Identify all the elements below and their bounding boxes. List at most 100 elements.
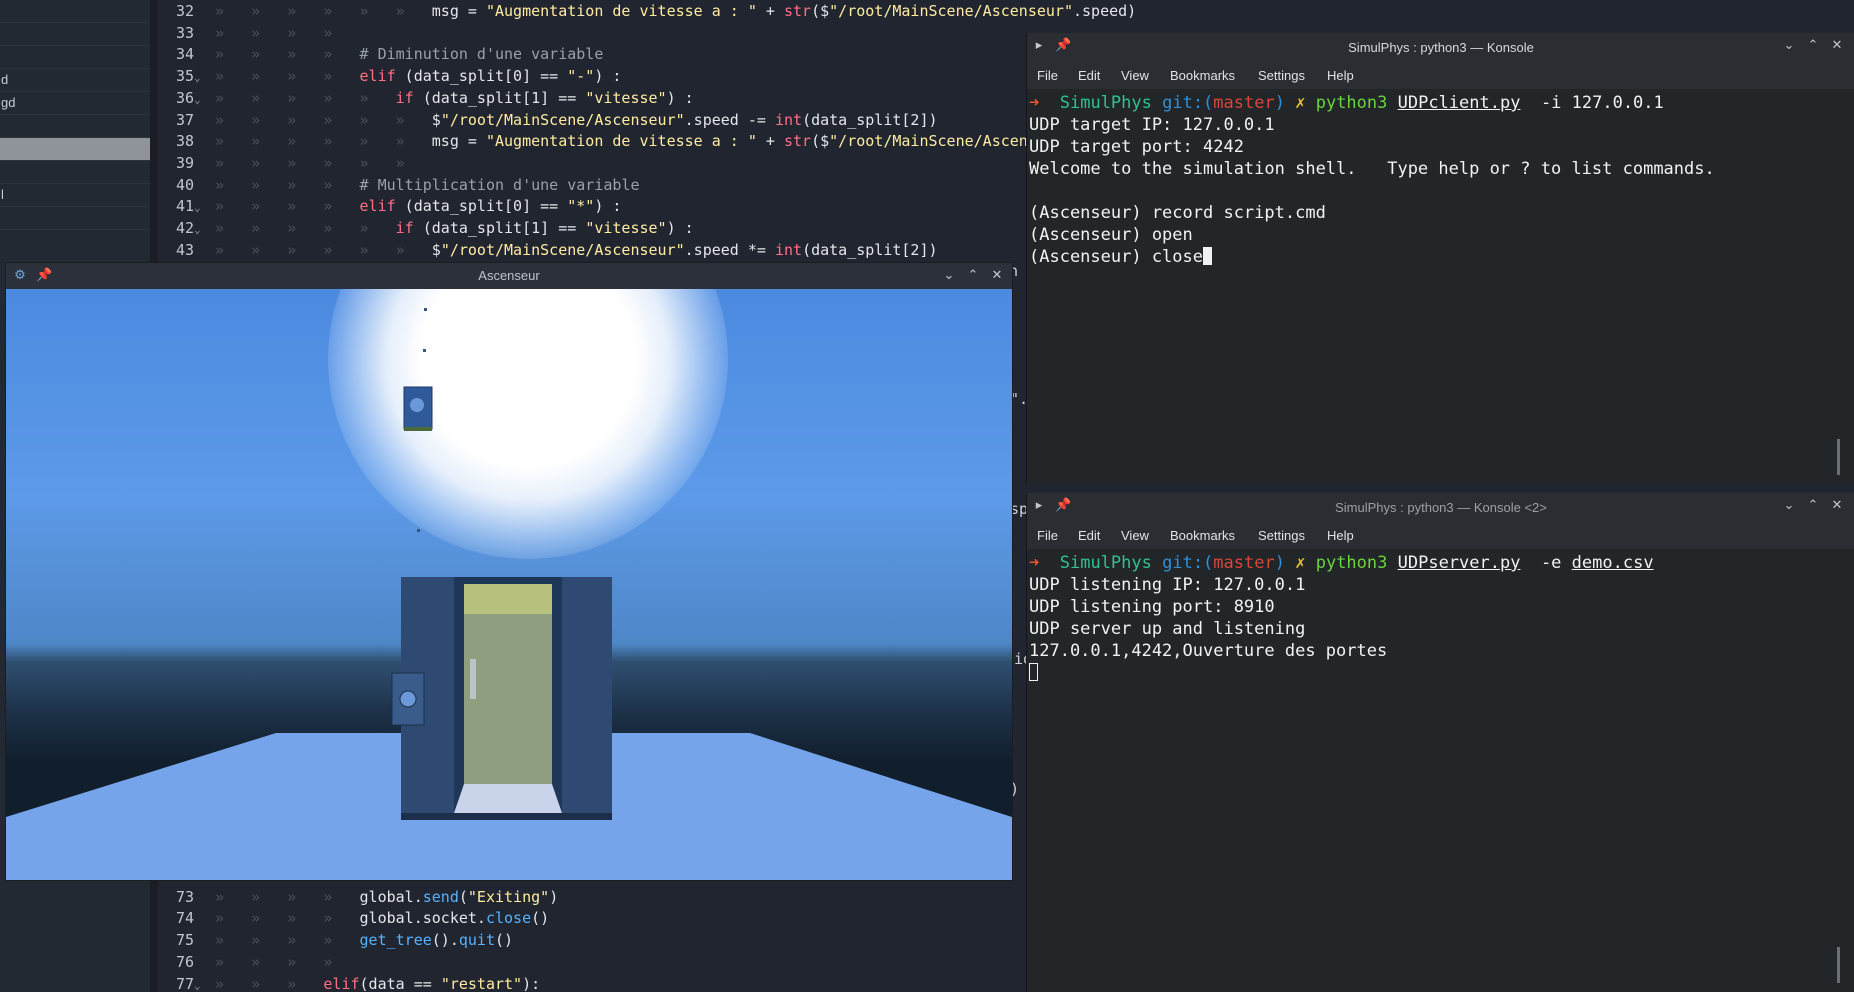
konsole-server-window: ▸ 📌 SimulPhys : python3 — Konsole <2> ⌄ … [1026,493,1854,992]
menu-help[interactable]: Help [1327,68,1354,83]
code-line: 37 » » » » » » $"/root/MainScene/Ascense… [158,111,938,133]
line-number: 42 [175,219,194,237]
line-number: 73 [175,887,194,906]
code-token: ($ [811,132,830,151]
close-icon[interactable]: ✕ [1829,498,1845,514]
konsole-server-menubar: File Edit View Bookmarks Settings Help [1027,523,1854,549]
code-token: send [422,887,459,906]
terminal-cursor [1203,247,1212,265]
terminal-scrollbar[interactable] [1837,439,1840,475]
menu-edit[interactable]: Edit [1078,528,1100,543]
konsole-client-terminal[interactable]: ➜ SimulPhys git:(master) ✗ python3 UDPcl… [1027,89,1854,483]
file-tree-item[interactable] [0,115,150,138]
close-icon[interactable]: ✕ [989,268,1005,284]
konsole-client-titlebar[interactable]: ▸ 📌 SimulPhys : python3 — Konsole ⌄ ⌃ ✕ [1027,33,1854,63]
code-line: 32 » » » » » » msg = "Augmentation de vi… [158,2,1136,24]
elevator-sign [470,659,476,699]
menu-bookmarks[interactable]: Bookmarks [1170,528,1235,543]
fold-arrow-icon[interactable]: ⌄ [194,223,206,236]
game-window-titlebar[interactable]: ⚙ 📌 Ascenseur ⌄ ⌃ ✕ [6,263,1012,289]
elevator-ceiling-light [464,584,552,614]
indent-guides: » » » » » » [206,153,432,172]
indent-guides: » » » » » [206,219,396,237]
code-token: "/root/MainScene/Ascenseur" [440,110,685,129]
terminal-prompt-line: ➜ SimulPhys git:(master) ✗ python3 UDPcl… [1029,93,1664,113]
code-token: elif [359,67,396,86]
game-viewport[interactable] [6,289,1012,880]
code-token: "Augmentation de vitesse a : " [485,132,757,151]
file-tree-item[interactable]: l [0,184,150,207]
code-token: () [531,909,550,928]
elevator-floor [454,784,562,813]
terminal-input-line[interactable] [1029,663,1038,685]
terminal-output-line: 127.0.0.1,4242,Ouverture des portes [1029,641,1388,661]
file-tree-item-selected[interactable] [0,138,150,161]
menu-file[interactable]: File [1037,528,1058,543]
terminal-output-line: UDP target port: 4242 [1029,137,1244,157]
minimize-icon[interactable]: ⌄ [1781,38,1797,54]
minimize-icon[interactable]: ⌄ [941,268,957,284]
code-token: ( [458,887,468,906]
line-number: 43 [175,240,194,259]
code-token: msg = [431,132,486,151]
code-token: ) : [666,219,694,237]
code-line: 39 » » » » » » [158,154,432,176]
menu-bookmarks[interactable]: Bookmarks [1170,68,1235,83]
file-tree-item[interactable]: gd [0,92,150,115]
minimize-icon[interactable]: ⌄ [1781,498,1797,514]
fold-arrow-icon[interactable]: ⌄ [194,979,206,992]
code-line: 38 » » » » » » msg = "Augmentation de vi… [158,132,1046,154]
code-token: ) : [666,88,694,107]
code-token: "*" [567,197,595,216]
file-tree-item[interactable]: d [0,69,150,92]
fold-arrow-icon[interactable]: ⌄ [194,71,206,84]
terminal-scrollbar[interactable] [1837,947,1840,983]
indent-guides: » » » » » » [206,110,432,129]
file-tree-item[interactable] [0,46,150,69]
code-line: 42⌄ » » » » » if (data_split[1] == "vite… [158,219,694,241]
file-tree-item[interactable] [0,161,150,184]
scene-graphics [6,386,1012,880]
indent-guides: » » » [206,974,324,992]
code-token: ) [549,887,559,906]
konsole-server-titlebar[interactable]: ▸ 📌 SimulPhys : python3 — Konsole <2> ⌄ … [1027,493,1854,523]
game-window: ⚙ 📌 Ascenseur ⌄ ⌃ ✕ [5,262,1013,881]
menu-view[interactable]: View [1121,528,1149,543]
konsole-server-title: SimulPhys : python3 — Konsole <2> [1335,500,1547,515]
indent-guides: » » » » [206,197,360,216]
scene-particle [423,349,426,352]
code-token: "Augmentation de vitesse a : " [485,2,757,20]
floor-indicator-base [404,427,432,431]
code-token: (data_split[2]) [802,240,938,259]
code-token: "-" [567,67,595,86]
maximize-icon[interactable]: ⌃ [1805,38,1821,54]
file-tree-item[interactable] [0,23,150,46]
code-token: close [485,909,532,928]
code-token: (data == [359,974,441,992]
fold-arrow-icon[interactable]: ⌄ [194,93,206,106]
menu-settings[interactable]: Settings [1258,528,1305,543]
indent-guides: » » » » [206,45,360,64]
code-token: if [395,88,414,107]
menu-edit[interactable]: Edit [1078,68,1100,83]
line-number: 35 [175,67,194,86]
terminal-input-line[interactable]: (Ascenseur) close [1029,247,1212,269]
code-token: "vitesse" [585,88,667,107]
menu-view[interactable]: View [1121,68,1149,83]
elevator-interior [464,584,552,813]
indent-guides: » » » » » » [206,240,432,259]
file-tree-item[interactable] [0,207,150,230]
maximize-icon[interactable]: ⌃ [965,268,981,284]
close-icon[interactable]: ✕ [1829,38,1845,54]
terminal-output-line: UDP listening IP: 127.0.0.1 [1029,575,1306,595]
game-window-title: Ascenseur [478,268,540,283]
menu-settings[interactable]: Settings [1258,68,1305,83]
code-line: 34 » » » » # Diminution d'une variable [158,45,603,67]
menu-help[interactable]: Help [1327,528,1354,543]
fold-arrow-icon[interactable]: ⌄ [194,201,206,214]
file-tree-item[interactable] [0,0,150,23]
konsole-server-terminal[interactable]: ➜ SimulPhys git:(master) ✗ python3 UDPse… [1027,549,1854,992]
maximize-icon[interactable]: ⌃ [1805,498,1821,514]
menu-file[interactable]: File [1037,68,1058,83]
code-token: "Exiting" [467,887,550,906]
